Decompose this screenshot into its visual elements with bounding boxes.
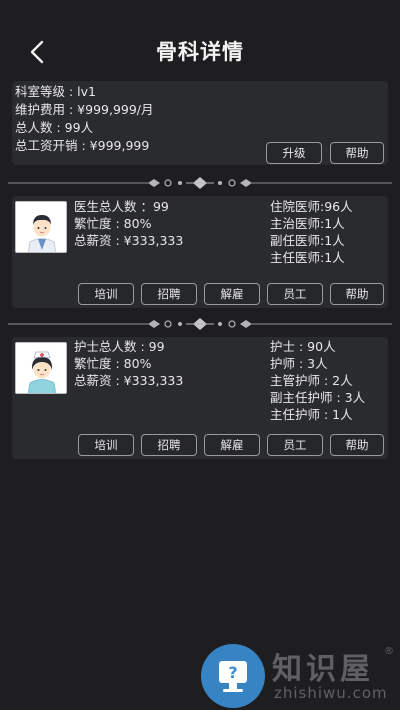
department-help-button[interactable]: 帮助 [330, 142, 384, 164]
nurse-staff-button[interactable]: 员工 [267, 434, 323, 456]
watermark-brand: 知识屋 [272, 652, 374, 687]
watermark-domain: zhishiwu.com [274, 684, 388, 702]
doctor-help-button[interactable]: 帮助 [330, 283, 384, 305]
maintenance-cost: 维护费用 : ¥999,999/月 [15, 102, 154, 117]
doctor-train-button[interactable]: 培训 [78, 283, 134, 305]
ornamental-divider [8, 318, 392, 330]
nurse-total: 护士总人数 : 99 [74, 339, 165, 354]
nurse-recruit-button[interactable]: 招聘 [141, 434, 197, 456]
nurse-rank-associate-chief: 副主任护师 : 3人 [270, 390, 366, 405]
upgrade-button[interactable]: 升级 [266, 142, 322, 164]
doctor-recruit-button[interactable]: 招聘 [141, 283, 197, 305]
page-title: 骨科详情 [156, 40, 244, 64]
nurse-busy: 繁忙度 : 80% [74, 356, 152, 371]
total-people: 总人数 : 99人 [15, 120, 94, 135]
doctor-dismiss-button[interactable]: 解雇 [204, 283, 260, 305]
doctor-icon [16, 202, 66, 252]
doctor-salary: 总薪资 : ¥333,333 [74, 233, 184, 248]
doctors-panel: 医生总人数 ：99 繁忙度 : 80% 总薪资 : ¥333,333 住院医师:… [12, 196, 388, 308]
doctor-rank-chief: 主任医师:1人 [270, 250, 345, 265]
doctor-rank-attending: 主治医师:1人 [270, 216, 345, 231]
nurse-train-button[interactable]: 培训 [78, 434, 134, 456]
department-summary-panel: 科室等级 : lv1 维护费用 : ¥999,999/月 总人数 : 99人 总… [12, 81, 388, 165]
doctor-total: 医生总人数 ：99 [74, 199, 169, 214]
nurse-rank-chief: 主任护师 : 1人 [270, 407, 353, 422]
nurse-avatar [15, 342, 67, 394]
nurse-help-button[interactable]: 帮助 [330, 434, 384, 456]
nurse-rank-nurse: 护士 : 90人 [270, 339, 336, 354]
nurse-icon [16, 343, 66, 393]
doctor-staff-button[interactable]: 员工 [267, 283, 323, 305]
nurse-dismiss-button[interactable]: 解雇 [204, 434, 260, 456]
doctor-busy: 繁忙度 : 80% [74, 216, 152, 231]
doctor-avatar [15, 201, 67, 253]
total-salary: 总工资开销 : ¥999,999 [15, 138, 150, 153]
nurse-rank-senior: 护师 : 3人 [270, 356, 328, 371]
doctor-rank-resident: 住院医师:96人 [270, 199, 353, 214]
nurse-salary: 总薪资 : ¥333,333 [74, 373, 184, 388]
svg-text:?: ? [228, 663, 237, 682]
ornamental-divider [8, 177, 392, 189]
department-level: 科室等级 : lv1 [15, 84, 96, 99]
doctor-rank-associate: 副任医师:1人 [270, 233, 345, 248]
watermark-registered: ® [384, 646, 394, 657]
watermark: ? 知识屋 ® zhishiwu.com [196, 640, 400, 710]
nurse-rank-supervisor: 主管护师 : 2人 [270, 373, 353, 388]
nurses-panel: 护士总人数 : 99 繁忙度 : 80% 总薪资 : ¥333,333 护士 :… [12, 337, 388, 459]
watermark-logo-icon: ? [201, 644, 265, 708]
